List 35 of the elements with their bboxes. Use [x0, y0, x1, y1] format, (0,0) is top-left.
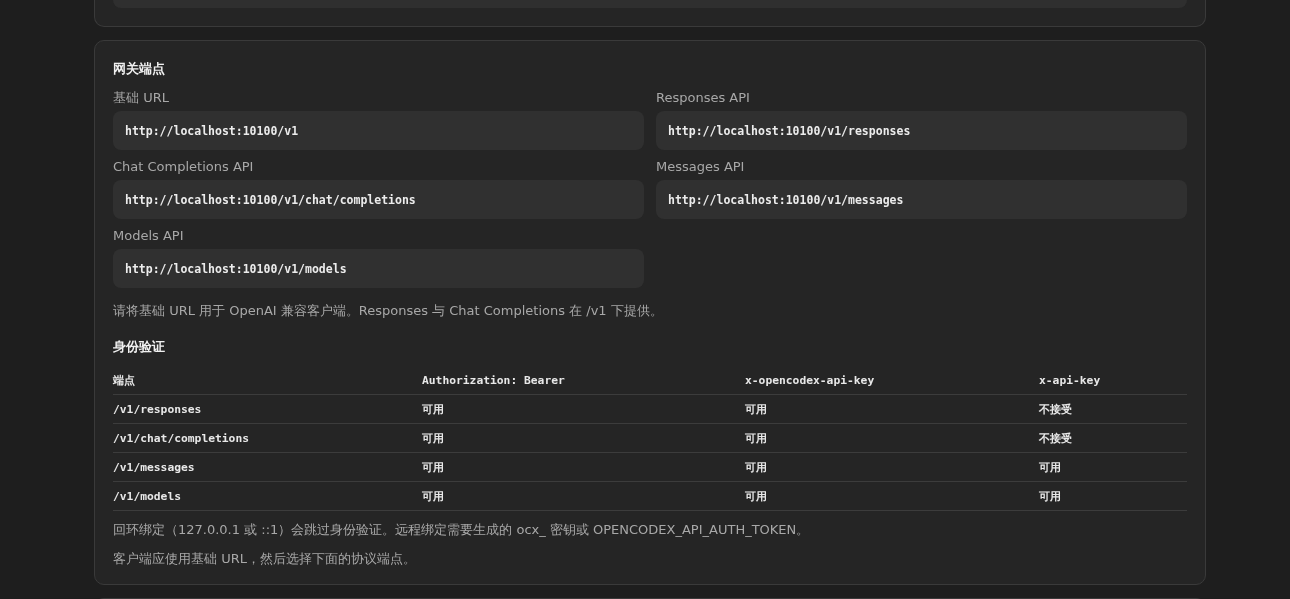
table-cell: 可用 — [1039, 481, 1187, 511]
field-label: Messages API — [656, 159, 745, 175]
section-title: 身份验证 — [113, 338, 166, 356]
column-header: x-api-key — [1039, 366, 1187, 395]
column-header: 端点 — [113, 366, 422, 395]
table-cell: 可用 — [422, 423, 745, 453]
table-cell: /v1/models — [113, 481, 422, 511]
table-cell: 不接受 — [1039, 423, 1187, 453]
url-field[interactable]: http://localhost:10100/v1/messages — [656, 180, 1187, 219]
table-cell: /v1/responses — [113, 394, 422, 424]
table-cell: 可用 — [745, 394, 1039, 424]
url-field[interactable]: http://localhost:10100/v1/chat/completions — [113, 180, 644, 219]
field-label: Responses API — [656, 90, 750, 106]
table-cell: 可用 — [422, 481, 745, 511]
table-cell: 可用 — [745, 481, 1039, 511]
footnote-text: 回环绑定（127.0.0.1 或 ::1）会跳过身份验证。远程绑定需要生成的 ocx_ 密钥或 OPENCODEX_API_AUTH_TOKEN。 — [113, 521, 810, 539]
column-header: Authorization: Bearer — [422, 366, 745, 395]
table-cell: 可用 — [745, 452, 1039, 482]
column-header: x-opencodex-api-key — [745, 366, 1039, 395]
hint-text: 请将基础 URL 用于 OpenAI 兼容客户端。Responses 与 Chat Completions 在 /v1 下提供。 — [113, 302, 663, 320]
footnote-text: 客户端应使用基础 URL，然后选择下面的协议端点。 — [113, 550, 416, 568]
section-title: 网关端点 — [113, 60, 166, 78]
table-cell: /v1/chat/completions — [113, 423, 422, 453]
field-label: Chat Completions API — [113, 159, 254, 175]
field-label: Models API — [113, 228, 184, 244]
url-field[interactable]: http://localhost:10100/v1/responses — [656, 111, 1187, 150]
field-label: 基础 URL — [113, 90, 169, 106]
table-cell: 可用 — [1039, 452, 1187, 482]
table-cell: 可用 — [422, 394, 745, 424]
table-cell: 不接受 — [1039, 394, 1187, 424]
url-field[interactable]: http://localhost:10100/v1/models — [113, 249, 644, 288]
table-cell: 可用 — [422, 452, 745, 482]
table-cell: 可用 — [745, 423, 1039, 453]
url-field[interactable]: http://localhost:10100/v1 — [113, 111, 644, 150]
table-cell: /v1/messages — [113, 452, 422, 482]
